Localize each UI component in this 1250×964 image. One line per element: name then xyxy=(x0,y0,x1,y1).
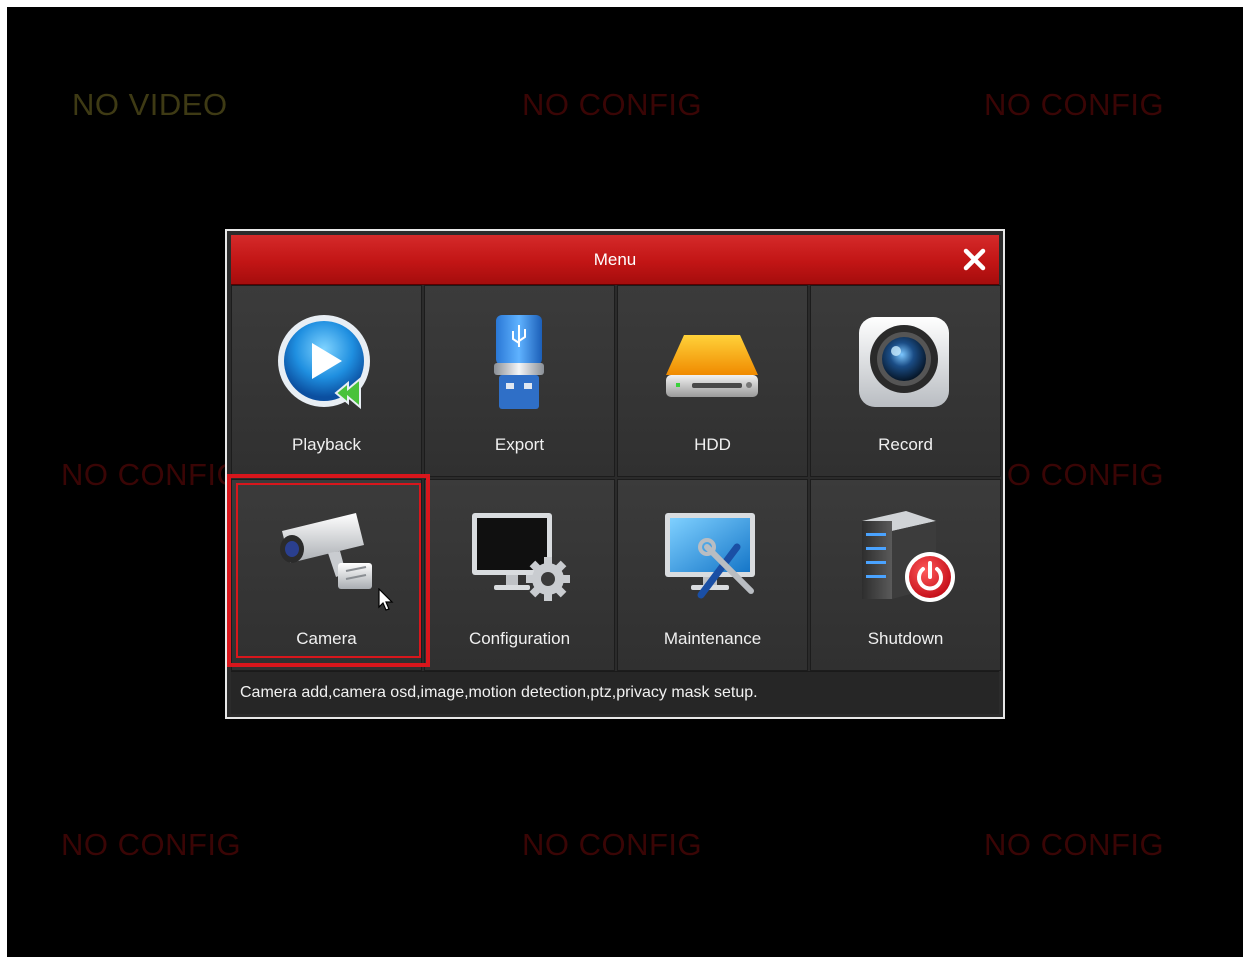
server-power-icon xyxy=(862,511,955,602)
usb-drive-icon xyxy=(494,315,544,409)
close-button[interactable] xyxy=(958,243,991,276)
mouse-cursor-icon xyxy=(378,588,394,611)
channel-7-status: NO CONFIG xyxy=(61,827,242,862)
menu-item-label: Maintenance xyxy=(663,629,762,648)
status-bar: Camera add,camera osd,image,motion detec… xyxy=(231,671,999,714)
playback-icon xyxy=(278,315,370,410)
close-icon xyxy=(963,248,986,271)
menu-titlebar: Menu xyxy=(231,235,999,285)
menu-item-export[interactable]: Export xyxy=(424,285,615,477)
menu-item-label: Camera xyxy=(296,629,357,648)
menu-item-camera[interactable]: Camera xyxy=(231,479,422,671)
menu-grid: Playback Export HDD Record Camera Config… xyxy=(231,285,1001,671)
channel-3-status: NO CONFIG xyxy=(984,87,1165,122)
camera-lens-icon xyxy=(859,317,949,407)
menu-dialog: Menu Playback Export HDD Record Camera C… xyxy=(225,229,1005,719)
menu-item-record[interactable]: Record xyxy=(810,285,1001,477)
cctv-camera-icon xyxy=(280,513,372,589)
menu-item-label: Configuration xyxy=(468,629,571,648)
menu-item-maintenance[interactable]: Maintenance xyxy=(617,479,808,671)
monitor-gear-icon xyxy=(472,513,570,601)
channel-2-status: NO CONFIG xyxy=(522,87,703,122)
menu-title: Menu xyxy=(593,250,637,269)
menu-item-configuration[interactable]: Configuration xyxy=(424,479,615,671)
channel-6-status: NO CONFIG xyxy=(984,457,1165,492)
menu-item-shutdown[interactable]: Shutdown xyxy=(810,479,1001,671)
monitor-tools-icon xyxy=(665,513,755,599)
channel-8-status: NO CONFIG xyxy=(522,827,703,862)
menu-item-label: Export xyxy=(494,435,545,454)
menu-item-label: HDD xyxy=(694,435,731,454)
menu-description: Camera add,camera osd,image,motion detec… xyxy=(240,684,758,701)
channel-1-status: NO VIDEO xyxy=(72,87,228,122)
menu-item-hdd[interactable]: HDD xyxy=(617,285,808,477)
channel-9-status: NO CONFIG xyxy=(984,827,1165,862)
channel-4-status: NO CONFIG xyxy=(61,457,242,492)
menu-item-playback[interactable]: Playback xyxy=(231,285,422,477)
hard-drive-icon xyxy=(666,335,758,397)
menu-item-label: Playback xyxy=(292,435,361,454)
menu-item-label: Record xyxy=(878,435,933,454)
menu-item-label: Shutdown xyxy=(867,629,944,648)
